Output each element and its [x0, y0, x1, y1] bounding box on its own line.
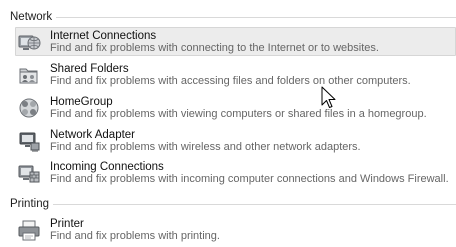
item-description: Find and fix problems with connecting to… — [50, 42, 379, 54]
troubleshooting-list: Network Internet Connections Find and fi… — [0, 0, 456, 244]
item-internet-connections[interactable]: Internet Connections Find and fix proble… — [15, 27, 456, 56]
item-network-adapter[interactable]: Network Adapter Find and fix problems wi… — [15, 126, 456, 155]
homegroup-icon — [17, 96, 41, 120]
item-title: Printer — [50, 218, 84, 230]
incoming-connections-icon — [17, 161, 41, 185]
printer-icon — [17, 218, 41, 242]
section-title: Network — [10, 11, 53, 23]
section-title: Printing — [10, 198, 49, 210]
section-header-network: Network — [10, 9, 456, 25]
section-header-printing: Printing — [10, 196, 456, 212]
section-divider — [53, 204, 456, 205]
item-description: Find and fix problems with printing. — [50, 230, 220, 242]
item-description: Find and fix problems with wireless and … — [50, 141, 361, 153]
item-printer[interactable]: Printer Find and fix problems with print… — [15, 215, 456, 244]
item-description: Find and fix problems with viewing compu… — [50, 108, 427, 120]
item-shared-folders[interactable]: Shared Folders Find and fix problems wit… — [15, 60, 456, 89]
shared-folders-icon — [17, 63, 41, 87]
item-description: Find and fix problems with incoming comp… — [50, 173, 449, 185]
network-adapter-icon — [17, 129, 41, 153]
item-title: Internet Connections — [50, 30, 157, 42]
item-title: Incoming Connections — [50, 161, 164, 173]
item-title: HomeGroup — [50, 96, 113, 108]
item-title: Network Adapter — [50, 129, 136, 141]
item-homegroup[interactable]: HomeGroup Find and fix problems with vie… — [15, 93, 456, 122]
item-description: Find and fix problems with accessing fil… — [50, 75, 411, 87]
internet-connections-icon — [17, 30, 41, 54]
mouse-pointer-icon — [321, 86, 337, 110]
item-title: Shared Folders — [50, 63, 129, 75]
section-divider — [56, 17, 456, 18]
item-incoming-connections[interactable]: Incoming Connections Find and fix proble… — [15, 158, 456, 187]
